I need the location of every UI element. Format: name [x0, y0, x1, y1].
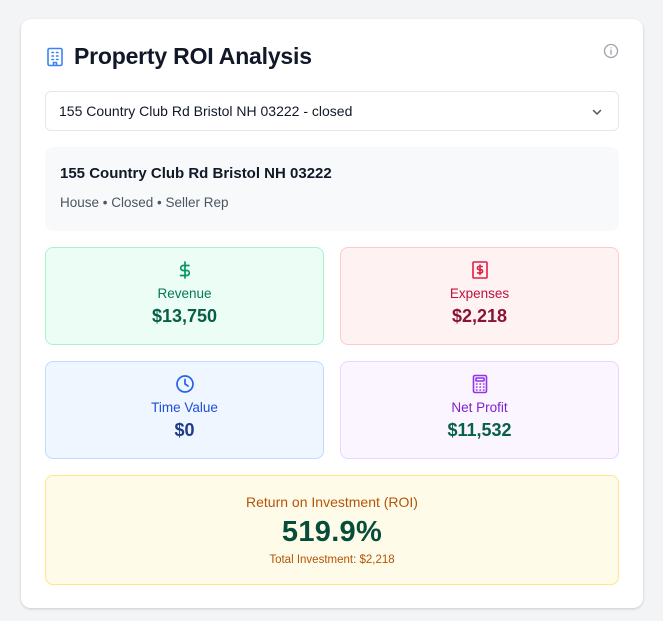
page-title: Property ROI Analysis [74, 43, 312, 69]
chevron-down-icon [590, 105, 604, 119]
clock-icon [175, 374, 195, 394]
revenue-value: $13,750 [151, 306, 218, 326]
roi-summary: Return on Investment (ROI) 519.9% Total … [45, 475, 619, 585]
expenses-label: Expenses [449, 286, 510, 301]
roi-value: 519.9% [281, 516, 383, 548]
roi-label: Return on Investment (ROI) [246, 494, 418, 510]
property-select[interactable]: 155 Country Club Rd Bristol NH 03222 - c… [45, 91, 619, 131]
property-meta: House • Closed • Seller Rep [60, 195, 229, 210]
net-profit-value: $11,532 [447, 420, 512, 440]
dollar-sign-icon [175, 260, 195, 280]
info-icon[interactable] [603, 43, 619, 59]
property-address: 155 Country Club Rd Bristol NH 03222 [60, 165, 332, 182]
total-investment: Total Investment: $2,218 [269, 554, 395, 566]
time-value-label: Time Value [151, 400, 218, 415]
receipt-icon [470, 260, 490, 280]
revenue-card: Revenue $13,750 [45, 247, 324, 345]
building-icon [46, 47, 64, 67]
time-value-card: Time Value $0 [45, 361, 324, 459]
property-select-value: 155 Country Club Rd Bristol NH 03222 - c… [59, 103, 353, 119]
time-value-value: $0 [174, 420, 195, 440]
card-header: Property ROI Analysis [46, 43, 312, 70]
net-profit-label: Net Profit [451, 400, 508, 415]
roi-card: Property ROI Analysis 155 Country Club R… [21, 19, 643, 608]
expenses-card: Expenses $2,218 [340, 247, 619, 345]
revenue-label: Revenue [157, 286, 212, 301]
calculator-icon [470, 374, 490, 394]
net-profit-card: Net Profit $11,532 [340, 361, 619, 459]
property-summary: 155 Country Club Rd Bristol NH 03222 Hou… [45, 147, 619, 231]
expenses-value: $2,218 [451, 306, 508, 326]
